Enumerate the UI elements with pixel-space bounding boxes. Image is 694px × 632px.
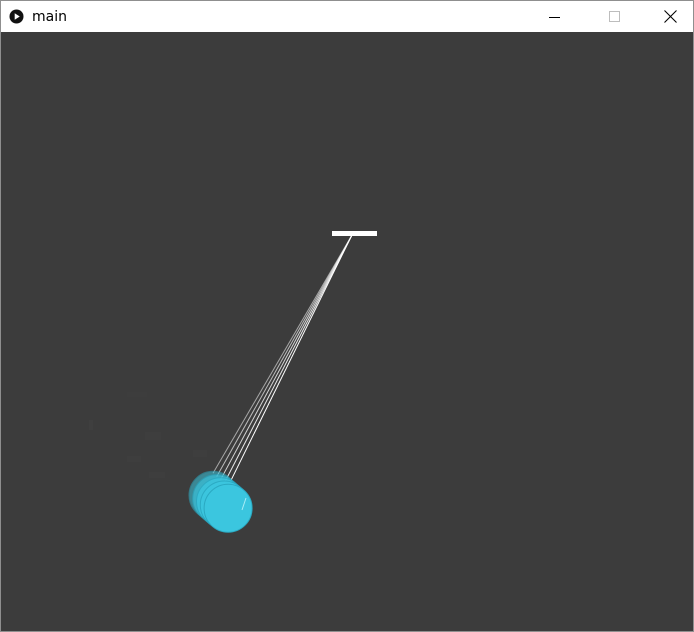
pendulum-scene: [1, 32, 693, 631]
app-window: main: [0, 0, 694, 632]
pendulum-pivot: [332, 231, 377, 236]
minimize-button[interactable]: [532, 1, 578, 32]
canvas-background: [1, 32, 693, 631]
maximize-icon: [609, 10, 620, 22]
processing-play-icon: [9, 9, 24, 24]
close-icon: [663, 10, 677, 23]
window-title: main: [32, 9, 67, 25]
sketch-canvas[interactable]: [1, 32, 693, 631]
pendulum-bob: [203, 483, 253, 533]
maximize-button[interactable]: [592, 1, 638, 32]
close-button[interactable]: [647, 1, 693, 32]
title-bar[interactable]: main: [1, 1, 693, 32]
minimize-icon: [549, 16, 560, 18]
